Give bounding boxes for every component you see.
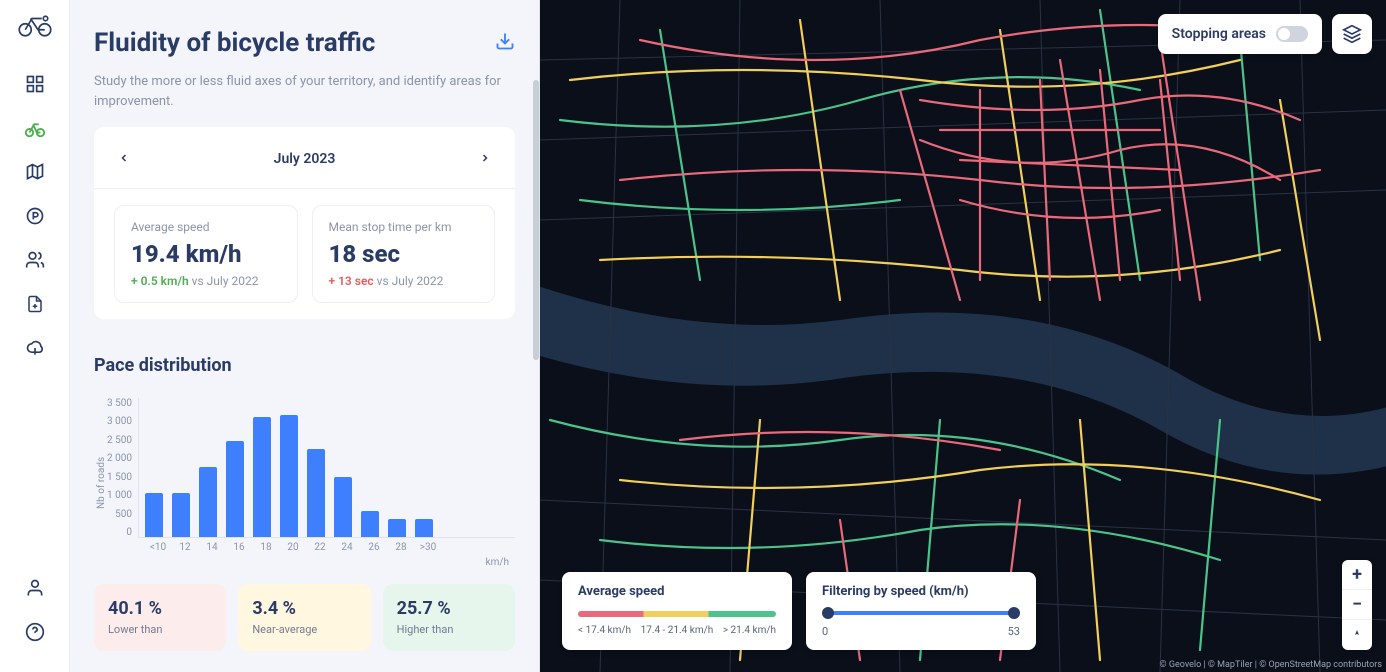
chart-bar <box>145 493 163 537</box>
summary-low-card: 40.1 % Lower than <box>94 584 226 651</box>
legend-low: < 17.4 km/h <box>578 625 631 636</box>
page-title: Fluidity of bicycle traffic <box>94 28 375 58</box>
stat-label: Average speed <box>131 220 281 234</box>
stat-delta: + 13 sec vs July 2022 <box>329 274 479 288</box>
chart-bar <box>388 519 406 537</box>
speed-filter-card: Filtering by speed (km/h) 0 53 <box>806 572 1036 650</box>
map-layers-button[interactable] <box>1332 14 1372 54</box>
stat-value: 19.4 km/h <box>131 240 281 268</box>
stat-label: Mean stop time per km <box>329 220 479 234</box>
chart-bar <box>172 493 190 537</box>
nav-dashboard-icon[interactable] <box>17 66 53 102</box>
chart-x-axis: <10121416182022242628>30 <box>107 538 515 553</box>
summary-label: Higher than <box>397 623 501 637</box>
chart-plot-area <box>138 398 515 538</box>
chart-bar <box>415 519 433 537</box>
prev-month-button[interactable] <box>112 143 136 174</box>
nav-users-icon[interactable] <box>17 242 53 278</box>
chart-bar <box>361 511 379 537</box>
summary-value: 25.7 % <box>397 598 501 619</box>
filter-max-value: 53 <box>1008 625 1020 638</box>
nav-parking-icon[interactable] <box>17 198 53 234</box>
stopping-areas-toggle[interactable]: Stopping areas <box>1158 14 1322 54</box>
chart-x-label: km/h <box>107 557 515 568</box>
summary-label: Near-average <box>252 623 356 637</box>
nav-help-icon[interactable] <box>17 614 53 650</box>
chart-y-label: Nb of roads <box>94 398 107 568</box>
date-stats-card: July 2023 Average speed 19.4 km/h + 0.5 … <box>94 127 515 319</box>
speed-legend-card: Average speed < 17.4 km/h 17.4 - 21.4 km… <box>562 572 792 650</box>
slider-thumb-min[interactable] <box>822 607 834 619</box>
next-month-button[interactable] <box>473 143 497 174</box>
stopping-areas-label: Stopping areas <box>1172 26 1266 42</box>
nav-cloud-icon[interactable] <box>17 330 53 366</box>
filter-min-value: 0 <box>822 625 828 638</box>
map-attribution: © Geovelo | © MapTiler | © OpenStreetMap… <box>1160 660 1382 670</box>
zoom-controls: + − <box>1342 560 1372 650</box>
chart-bar <box>253 417 271 537</box>
filter-slider[interactable] <box>826 611 1016 615</box>
legend-title: Average speed <box>578 584 776 599</box>
chart-bar <box>334 477 352 537</box>
chart-bar <box>226 441 244 537</box>
summary-avg-card: 3.4 % Near-average <box>238 584 370 651</box>
filter-title: Filtering by speed (km/h) <box>822 584 1020 599</box>
scrollbar[interactable] <box>533 80 539 360</box>
reset-bearing-button[interactable] <box>1342 620 1372 650</box>
zoom-in-button[interactable]: + <box>1342 560 1372 590</box>
summary-high-card: 25.7 % Higher than <box>383 584 515 651</box>
avg-speed-card: Average speed 19.4 km/h + 0.5 km/h vs Ju… <box>114 205 298 303</box>
legend-high: > 21.4 km/h <box>723 625 776 636</box>
stat-value: 18 sec <box>329 240 479 268</box>
summary-value: 3.4 % <box>252 598 356 619</box>
current-month-label: July 2023 <box>274 151 336 167</box>
app-logo-icon <box>17 14 53 42</box>
nav-bicycle-icon[interactable] <box>17 110 53 146</box>
zoom-out-button[interactable]: − <box>1342 590 1372 620</box>
page-description: Study the more or less fluid axes of you… <box>94 72 515 111</box>
nav-profile-icon[interactable] <box>17 570 53 606</box>
stop-time-card: Mean stop time per km 18 sec + 13 sec vs… <box>312 205 496 303</box>
side-panel: Fluidity of bicycle traffic Study the mo… <box>70 0 540 672</box>
summary-value: 40.1 % <box>108 598 212 619</box>
stat-delta: + 0.5 km/h vs July 2022 <box>131 274 281 288</box>
chart-bar <box>199 467 217 537</box>
nav-file-icon[interactable] <box>17 286 53 322</box>
chart-bar <box>307 449 325 537</box>
chart-bar <box>280 415 298 537</box>
legend-gradient <box>578 611 776 617</box>
nav-rail <box>0 0 70 672</box>
slider-thumb-max[interactable] <box>1008 607 1020 619</box>
nav-map-icon[interactable] <box>17 154 53 190</box>
chart-y-axis: 3 5003 0002 5002 0001 5001 0005000 <box>107 398 138 538</box>
map-area[interactable]: Stopping areas Average speed < 17.4 km/h… <box>540 0 1386 672</box>
toggle-switch[interactable] <box>1276 26 1308 42</box>
download-button[interactable] <box>495 31 515 55</box>
pace-chart: Nb of roads 3 5003 0002 5002 0001 5001 0… <box>94 398 515 568</box>
legend-mid: 17.4 - 21.4 km/h <box>641 625 714 636</box>
pace-distribution-title: Pace distribution <box>94 355 515 376</box>
summary-label: Lower than <box>108 623 212 637</box>
